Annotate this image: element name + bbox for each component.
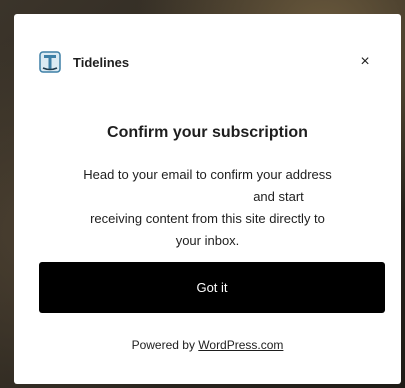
message-line-4: your inbox. — [175, 233, 240, 248]
modal-title: Confirm your subscription — [107, 124, 308, 141]
footer-prefix: Powered by — [131, 338, 199, 352]
site-name: Tidelines — [73, 54, 130, 70]
wordpress-link[interactable]: WordPress.com — [198, 338, 283, 352]
tidelines-logo-icon — [39, 51, 61, 73]
subscription-modal: Tidelines × Confirm your subscription He… — [14, 14, 401, 384]
close-icon[interactable]: × — [355, 52, 375, 72]
message-line-1: Head to your email to confirm your addre… — [83, 167, 332, 182]
modal-message: Head to your email to confirm your addre… — [54, 164, 361, 252]
modal-header: Tidelines × — [39, 50, 381, 74]
message-line-3: receiving content from this site directl… — [90, 211, 325, 226]
got-it-button[interactable]: Got it — [39, 262, 385, 313]
message-line-2: and start — [253, 189, 304, 204]
masked-email — [111, 189, 249, 204]
powered-by-footer: Powered by WordPress.com — [14, 338, 401, 352]
